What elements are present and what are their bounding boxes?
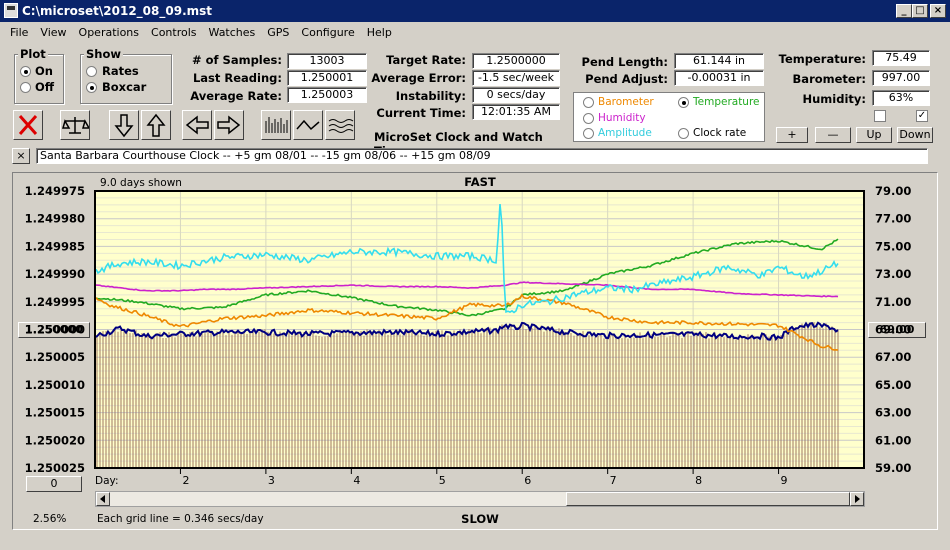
left-axis-tick: 1.250005 <box>25 350 85 364</box>
left-axis-tick: 1.250020 <box>25 433 85 447</box>
right-axis-tick: 79.00 <box>875 184 911 198</box>
left-axis-tick: 1.250000 <box>25 323 85 337</box>
left-axis-tick: 1.249990 <box>25 267 85 281</box>
left-axis-tick: 1.250025 <box>25 461 85 475</box>
left-axis-tick: 1.250015 <box>25 406 85 420</box>
rate-chart: 1.249975 1.249980 1.249985 1.249990 1.249995… <box>25 184 912 487</box>
x-tick-label: 5 <box>439 474 446 487</box>
right-axis-tick: 65.00 <box>875 378 911 392</box>
right-axis-tick: 75.00 <box>875 239 911 253</box>
x-tick-label: 6 <box>524 474 531 487</box>
x-tick-label: 9 <box>781 474 788 487</box>
right-axis-tick: 63.00 <box>875 406 911 420</box>
x-tick-label: 8 <box>695 474 702 487</box>
right-axis-tick: 59.00 <box>875 461 911 475</box>
left-axis-tick: 1.249975 <box>25 184 85 198</box>
left-axis-tick: 1.249985 <box>25 239 85 253</box>
right-axis-tick: 69.00 <box>875 323 911 337</box>
left-axis-tick: 1.249995 <box>25 295 85 309</box>
right-axis-tick: 71.00 <box>875 295 911 309</box>
right-axis-tick: 73.00 <box>875 267 911 281</box>
right-axis-tick: 61.00 <box>875 433 911 447</box>
x-tick-label: 4 <box>353 474 360 487</box>
right-axis-tick: 77.00 <box>875 212 911 226</box>
left-axis-tick: 1.249980 <box>25 212 85 226</box>
x-tick-label: 3 <box>268 474 275 487</box>
x-tick-label: 2 <box>182 474 189 487</box>
right-axis-tick: 67.00 <box>875 350 911 364</box>
left-axis-tick: 1.250010 <box>25 378 85 392</box>
x-tick-label: 7 <box>610 474 617 487</box>
